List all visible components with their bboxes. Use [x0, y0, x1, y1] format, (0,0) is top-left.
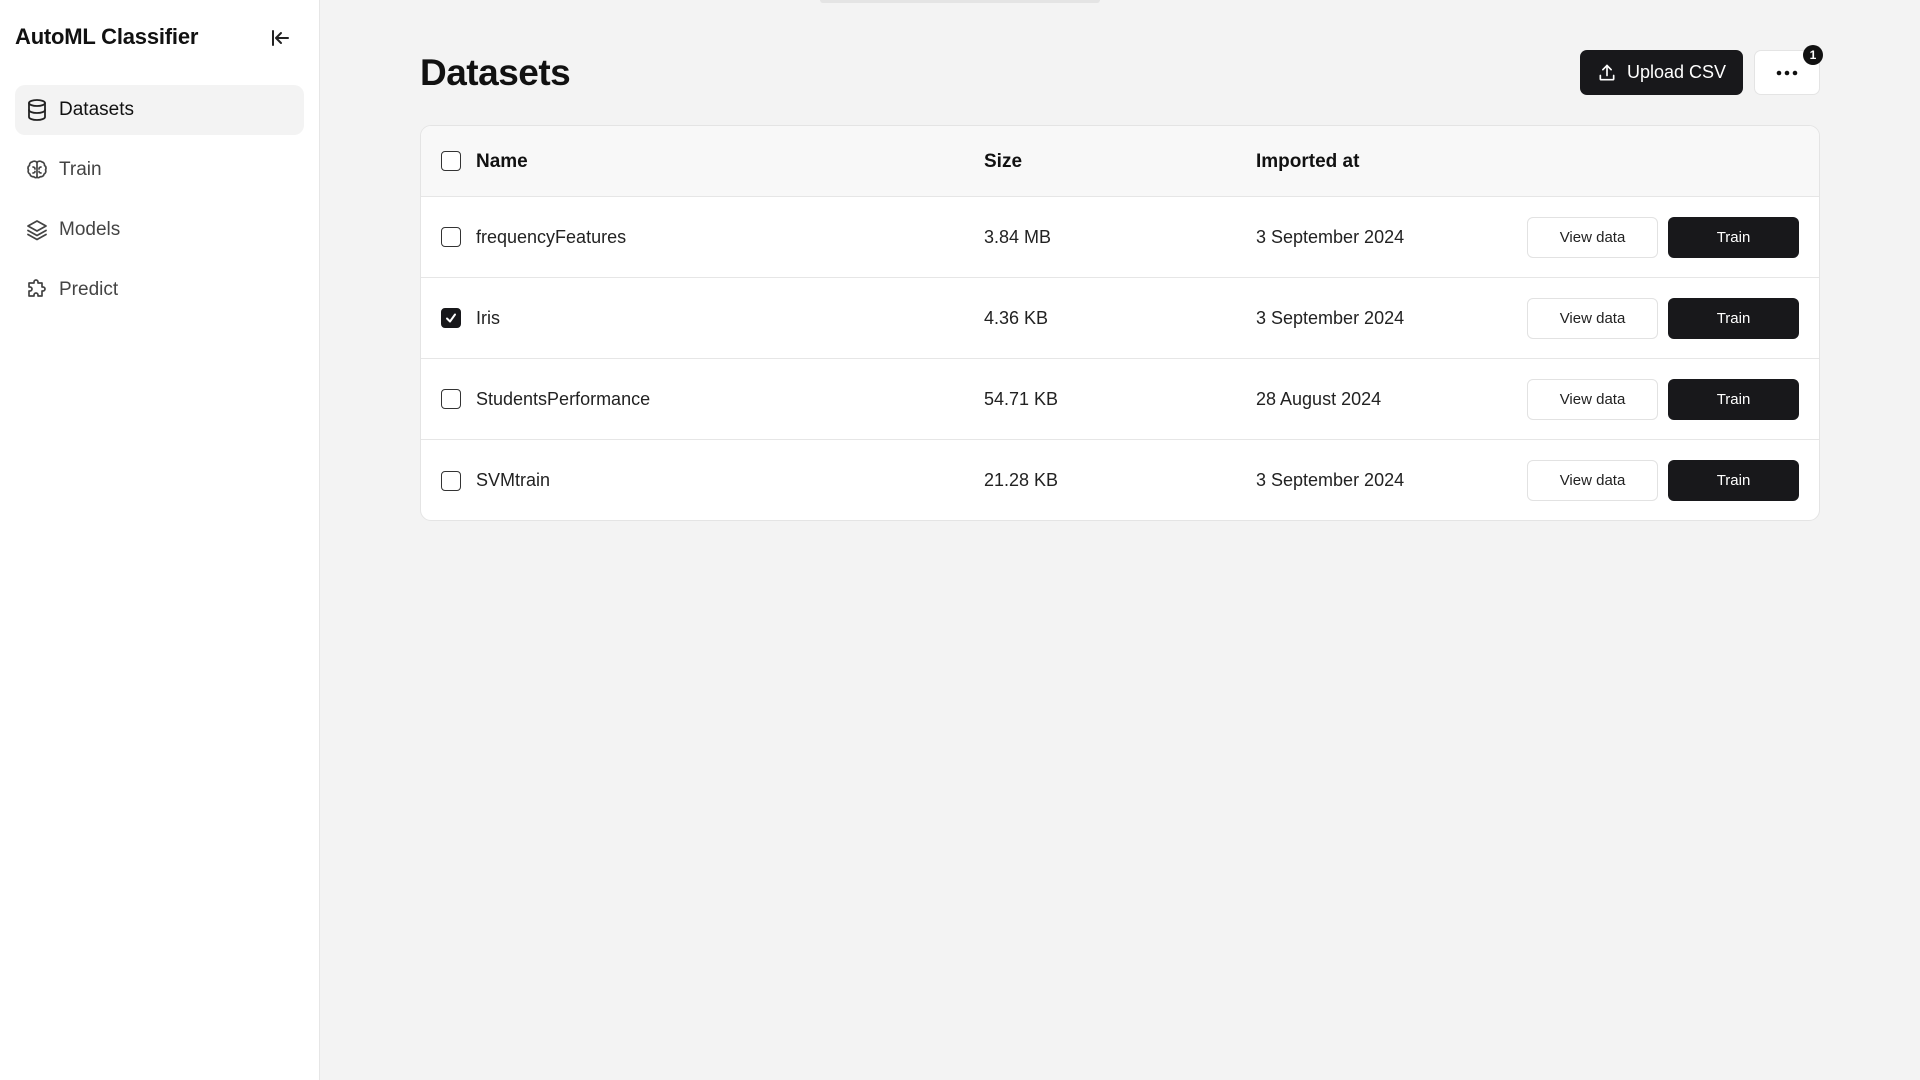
row-checkbox[interactable]	[441, 389, 461, 409]
database-icon	[25, 98, 49, 122]
view-data-button[interactable]: View data	[1527, 217, 1658, 258]
collapse-left-icon	[272, 30, 289, 46]
dataset-name: Iris	[476, 308, 500, 328]
table-row: SVMtrain 21.28 KB 3 September 2024 View …	[421, 440, 1819, 520]
collapse-sidebar-button[interactable]	[266, 24, 294, 52]
view-data-button[interactable]: View data	[1527, 379, 1658, 420]
sidebar-item-label: Models	[59, 219, 121, 240]
row-checkbox[interactable]	[441, 308, 461, 328]
upload-icon	[1597, 63, 1617, 83]
sidebar-item-models[interactable]: Models	[15, 205, 304, 255]
sidebar-nav: Datasets Train Models Predict	[15, 85, 304, 325]
dataset-imported-at: 28 August 2024	[1256, 389, 1382, 409]
top-drag-handle	[820, 0, 1100, 3]
app-title: AutoML Classifier	[15, 24, 199, 49]
view-data-button[interactable]: View data	[1527, 460, 1658, 501]
notification-badge: 1	[1803, 45, 1823, 65]
page-title: Datasets	[420, 52, 571, 93]
upload-csv-label: Upload CSV	[1626, 62, 1727, 82]
train-button[interactable]: Train	[1668, 217, 1799, 258]
dataset-imported-at: 3 September 2024	[1256, 227, 1405, 247]
train-button[interactable]: Train	[1668, 460, 1799, 501]
dataset-name: frequencyFeatures	[476, 227, 627, 247]
train-button[interactable]: Train	[1668, 379, 1799, 420]
dataset-imported-at: 3 September 2024	[1256, 308, 1405, 328]
upload-csv-button[interactable]: Upload CSV	[1580, 50, 1743, 95]
view-data-button[interactable]: View data	[1527, 298, 1658, 339]
dataset-size: 54.71 KB	[984, 389, 1059, 409]
check-icon	[446, 313, 456, 323]
dataset-size: 21.28 KB	[984, 470, 1059, 490]
table-row: frequencyFeatures 3.84 MB 3 September 20…	[421, 197, 1819, 278]
sidebar: AutoML Classifier Datasets Train Models …	[0, 0, 320, 1080]
sidebar-item-train[interactable]: Train	[15, 145, 304, 195]
ellipsis-icon	[1776, 70, 1798, 75]
row-checkbox[interactable]	[441, 470, 461, 491]
sidebar-item-datasets[interactable]: Datasets	[15, 85, 304, 135]
datasets-table: Name Size Imported at frequencyFeatures …	[420, 125, 1820, 521]
sidebar-item-predict[interactable]: Predict	[15, 265, 304, 315]
table-row: StudentsPerformance 54.71 KB 28 August 2…	[421, 359, 1819, 440]
dataset-size: 3.84 MB	[984, 227, 1052, 247]
sidebar-item-label: Datasets	[59, 99, 134, 120]
column-header-imported[interactable]: Imported at	[1256, 126, 1359, 197]
dataset-size: 4.36 KB	[984, 308, 1049, 328]
train-button[interactable]: Train	[1668, 298, 1799, 339]
puzzle-icon	[25, 278, 49, 302]
sidebar-item-label: Predict	[59, 279, 119, 300]
table-row: Iris 4.36 KB 3 September 2024 View data …	[421, 278, 1819, 359]
dataset-name: StudentsPerformance	[476, 389, 651, 409]
column-header-size[interactable]: Size	[984, 126, 1022, 197]
dataset-name: SVMtrain	[476, 470, 551, 490]
table-header: Name Size Imported at	[421, 126, 1819, 197]
select-all-checkbox[interactable]	[441, 151, 461, 171]
column-header-name[interactable]: Name	[476, 126, 528, 197]
layers-icon	[25, 218, 49, 242]
dataset-imported-at: 3 September 2024	[1256, 470, 1405, 490]
row-checkbox[interactable]	[441, 227, 461, 247]
brain-icon	[25, 158, 49, 182]
sidebar-item-label: Train	[59, 159, 102, 180]
